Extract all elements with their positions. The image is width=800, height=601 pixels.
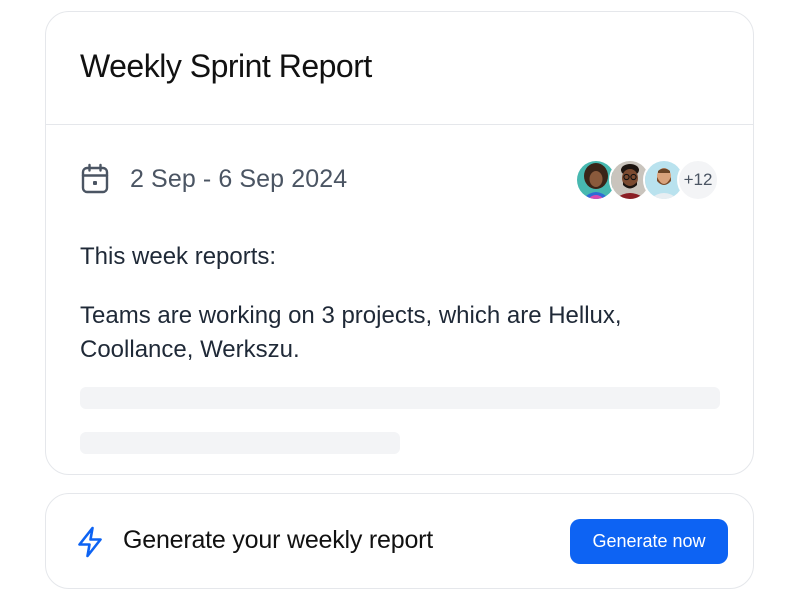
intro-text: This week reports: <box>80 243 277 270</box>
weekly-report-card: Weekly Sprint Report 2 Sep - 6 Sep 2024 <box>45 11 754 475</box>
loading-skeleton-line <box>80 387 720 409</box>
loading-skeleton-line-short <box>80 432 400 454</box>
more-participants-count[interactable]: +12 <box>677 159 719 201</box>
generate-report-prompt: Generate your weekly report <box>123 526 434 554</box>
report-title: Weekly Sprint Report <box>80 47 372 84</box>
summary-line-1: Teams are working on 3 projects, which a… <box>80 302 622 329</box>
lightning-bolt-icon <box>76 526 104 558</box>
date-row: 2 Sep - 6 Sep 2024 <box>80 163 347 195</box>
summary-text: Teams are working on 3 projects, which a… <box>80 299 720 367</box>
card-header: Weekly Sprint Report <box>46 12 753 125</box>
summary-line-2: Coollance, Werkszu. <box>80 336 300 363</box>
calendar-icon <box>80 163 110 195</box>
generate-now-button[interactable]: Generate now <box>570 519 728 564</box>
generate-report-card: Generate your weekly report Generate now <box>45 493 754 589</box>
date-range: 2 Sep - 6 Sep 2024 <box>130 164 348 193</box>
participant-avatars[interactable]: +12 <box>575 159 719 201</box>
